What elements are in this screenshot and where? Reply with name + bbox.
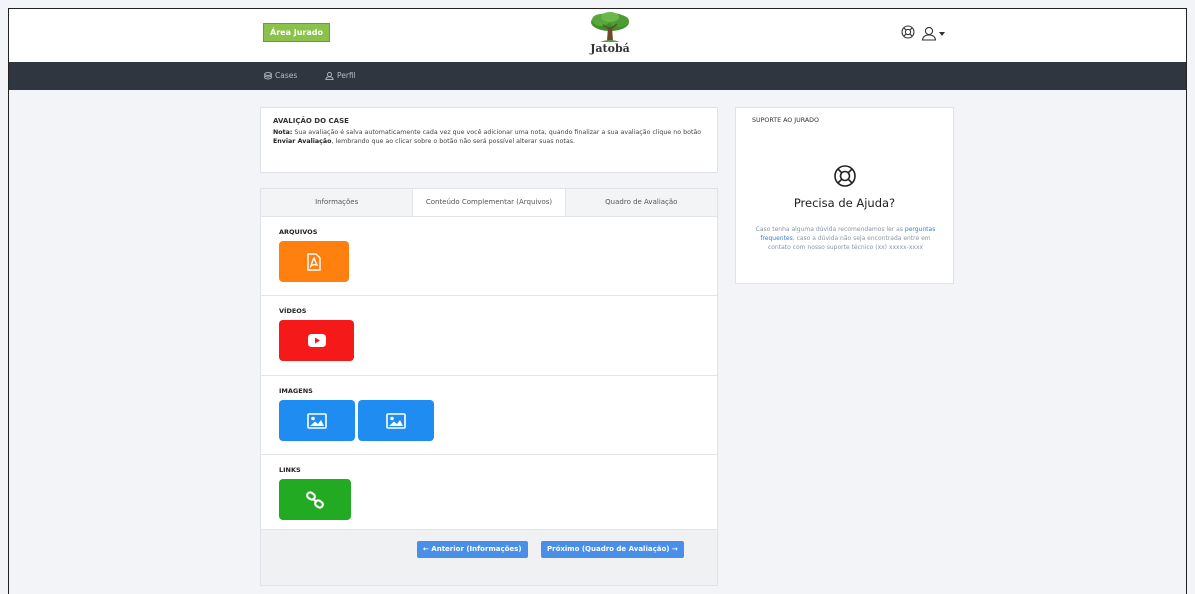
support-text: Caso tenha alguma dúvida recomendamos le… [750, 225, 941, 252]
evaluation-note-card: AVALIÇÃO DO CASE Nota: Sua avaliação é s… [260, 107, 718, 173]
section-title: VÍDEOS [279, 307, 307, 315]
note-label: Nota: [273, 129, 293, 136]
chain-link-icon [306, 490, 324, 509]
nav-item-cases[interactable]: Cases [264, 62, 297, 90]
lifebuoy-icon [833, 164, 857, 192]
tab-informacoes[interactable]: Informações [261, 189, 414, 216]
section-imagens: IMAGENS [261, 376, 717, 455]
pdf-file-button[interactable] [279, 241, 349, 282]
link-file-button[interactable] [279, 479, 351, 520]
stack-icon [264, 72, 272, 80]
support-text-part2: , caso a dúvida não seja encontrada entr… [767, 235, 931, 251]
support-text-part1: Caso tenha alguma dúvida recomendamos le… [755, 226, 905, 233]
main-navbar: Cases Perfil [9, 62, 1186, 90]
logo-text: Jatobá [590, 42, 630, 55]
tab-conteudo-complementar[interactable]: Conteúdo Complementar (Arquivos) [413, 189, 566, 216]
user-menu[interactable] [921, 26, 945, 41]
user-icon [325, 72, 334, 80]
image-file-button-2[interactable] [358, 400, 434, 441]
support-title: SUPORTE AO JURADO [752, 117, 819, 124]
image-icon [386, 412, 406, 429]
pdf-icon [307, 252, 321, 271]
video-file-button[interactable] [279, 320, 354, 361]
support-card: SUPORTE AO JURADO Precisa de Ajuda? Caso… [735, 107, 954, 284]
section-title: ARQUIVOS [279, 228, 318, 236]
image-file-button-1[interactable] [279, 400, 355, 441]
section-links: LINKS [261, 455, 717, 533]
section-videos: VÍDEOS [261, 296, 717, 376]
previous-button[interactable]: ← Anterior (Informações) [417, 541, 528, 558]
nav-item-perfil[interactable]: Perfil [325, 62, 356, 90]
section-title: LINKS [279, 466, 301, 474]
help-lifebuoy-icon[interactable] [901, 24, 915, 43]
note-text: Nota: Sua avaliação é salva automaticame… [273, 128, 705, 146]
youtube-play-icon [307, 334, 326, 347]
top-header: Área Jurado Jatobá [9, 9, 1186, 62]
support-heading: Precisa de Ajuda? [793, 196, 896, 210]
image-icon [307, 412, 327, 429]
note-bold-button-name: Enviar Avaliação [273, 138, 332, 145]
tab-quadro-avaliacao[interactable]: Quadro de Avaliação [565, 189, 717, 216]
navigation-footer: ← Anterior (Informações) Próximo (Quadro… [261, 529, 717, 585]
section-title: IMAGENS [279, 387, 313, 395]
area-jurado-badge[interactable]: Área Jurado [263, 23, 330, 42]
note-text-part2: , lembrando que ao clicar sobre o botão … [331, 138, 575, 145]
nav-perfil-label: Perfil [337, 71, 356, 80]
content-tabs-card: Informações Conteúdo Complementar (Arqui… [260, 188, 718, 586]
nav-cases-label: Cases [275, 71, 298, 80]
note-text-part1: Sua avaliação é salva automaticamente ca… [292, 129, 702, 136]
tree-icon [591, 12, 629, 42]
jatoba-logo[interactable]: Jatobá [579, 11, 641, 61]
user-icon [921, 26, 937, 41]
tab-bar: Informações Conteúdo Complementar (Arqui… [261, 189, 717, 217]
app-frame: Área Jurado Jatobá Cases Perfil AVALIÇÃO… [8, 8, 1187, 594]
note-title: AVALIÇÃO DO CASE [273, 117, 349, 125]
top-icons [901, 24, 945, 43]
next-button[interactable]: Próximo (Quadro de Avaliação) → [541, 541, 684, 558]
section-arquivos: ARQUIVOS [261, 217, 717, 296]
chevron-down-icon [939, 31, 945, 36]
